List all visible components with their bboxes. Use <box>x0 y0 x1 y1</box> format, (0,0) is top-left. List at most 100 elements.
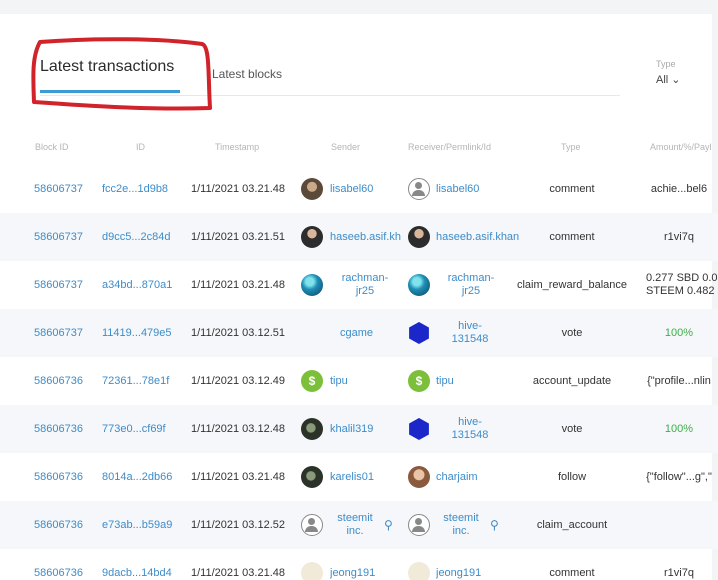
transactions-table: 58606737 fcc2e...1d9b8 1/11/2021 03.21.4… <box>0 165 718 580</box>
block-id-link[interactable]: 58606736 <box>34 405 100 453</box>
tx-type: claim_account <box>536 519 608 531</box>
receiver-avatar[interactable] <box>408 178 430 200</box>
table-row: 58606737 11419...479e5 1/11/2021 03.12.5… <box>0 309 718 357</box>
tx-id-link[interactable]: d9cc5...2c84d <box>102 213 187 261</box>
sender-link[interactable]: lisabel60 <box>330 165 408 213</box>
timestamp: 1/11/2021 03.21.48 <box>191 183 285 195</box>
tx-type: vote <box>561 423 583 435</box>
tx-amount <box>640 501 718 549</box>
timestamp: 1/11/2021 03.12.49 <box>191 375 285 387</box>
tx-amount: {"profile...nlin <box>647 375 711 387</box>
sender-link[interactable]: steemit inc. <box>332 501 378 549</box>
timestamp: 1/11/2021 03.12.48 <box>191 423 285 435</box>
table-row: 58606736 72361...78e1f 1/11/2021 03.12.4… <box>0 357 718 405</box>
receiver-link[interactable]: hive-131548 <box>440 405 500 453</box>
tab-latest-transactions[interactable]: Latest transactions <box>40 58 181 93</box>
tab-latest-blocks[interactable]: Latest blocks <box>212 67 282 81</box>
receiver-avatar[interactable] <box>408 274 430 296</box>
block-id-link[interactable]: 58606736 <box>34 501 100 549</box>
receiver-avatar[interactable] <box>409 322 429 344</box>
tx-type: comment <box>549 183 595 195</box>
table-row: 58606737 fcc2e...1d9b8 1/11/2021 03.21.4… <box>0 165 718 213</box>
sender-link[interactable]: khalil319 <box>330 405 408 453</box>
sender-link[interactable]: jeong191 <box>330 549 408 580</box>
table-header: Block ID ID Timestamp Sender Receiver/Pe… <box>0 137 718 157</box>
block-id-link[interactable]: 58606736 <box>34 453 100 501</box>
receiver-avatar[interactable] <box>408 370 430 392</box>
col-amount: Amount/%/Payl <box>650 142 712 152</box>
sender-avatar[interactable] <box>301 562 323 580</box>
sender-avatar[interactable] <box>301 418 323 440</box>
col-block-id: Block ID <box>35 142 69 152</box>
col-sender: Sender <box>331 142 361 152</box>
tx-id-link[interactable]: 8014a...2db66 <box>102 453 187 501</box>
bot-icon: ⚲ <box>384 518 393 532</box>
tx-id-link[interactable]: a34bd...870a1 <box>102 261 187 309</box>
type-filter-label: Type <box>656 59 676 69</box>
receiver-link[interactable]: hive-131548 <box>440 309 500 357</box>
chevron-down-icon: ⌄ <box>671 74 681 86</box>
receiver-avatar[interactable] <box>408 226 430 248</box>
timestamp: 1/11/2021 03.12.51 <box>191 327 285 339</box>
receiver-avatar[interactable] <box>408 562 430 580</box>
block-id-link[interactable]: 58606736 <box>34 357 100 405</box>
table-row: 58606736 773e0...cf69f 1/11/2021 03.12.4… <box>0 405 718 453</box>
col-timestamp: Timestamp <box>215 142 260 152</box>
tx-amount: 100% <box>664 423 694 435</box>
table-row: 58606737 d9cc5...2c84d 1/11/2021 03.21.5… <box>0 213 718 261</box>
table-row: 58606736 8014a...2db66 1/11/2021 03.21.4… <box>0 453 718 501</box>
type-filter-select[interactable]: All ⌄ <box>656 73 681 86</box>
sender-link[interactable]: karelis01 <box>330 453 408 501</box>
col-id: ID <box>136 142 145 152</box>
tx-type: account_update <box>532 375 612 387</box>
tx-id-link[interactable]: fcc2e...1d9b8 <box>102 165 187 213</box>
block-id-link[interactable]: 58606737 <box>34 213 100 261</box>
table-row: 58606737 a34bd...870a1 1/11/2021 03.21.4… <box>0 261 718 309</box>
col-receiver: Receiver/Permlink/Id <box>408 142 492 152</box>
top-band <box>0 0 718 14</box>
tx-id-link[interactable]: e73ab...b59a9 <box>102 501 187 549</box>
sender-link[interactable]: haseeb.asif.kh <box>330 213 408 261</box>
sender-link[interactable]: cgame <box>340 309 418 357</box>
block-id-link[interactable]: 58606737 <box>34 165 100 213</box>
timestamp: 1/11/2021 03.21.48 <box>191 471 285 483</box>
tx-amount: r1vi7q <box>664 567 694 579</box>
sender-avatar[interactable] <box>301 370 323 392</box>
block-id-link[interactable]: 58606736 <box>34 549 100 580</box>
tx-id-link[interactable]: 9dacb...14bd4 <box>102 549 187 580</box>
receiver-avatar[interactable] <box>408 514 430 536</box>
receiver-link[interactable]: rachman-jr25 <box>440 261 502 309</box>
timestamp: 1/11/2021 03.12.52 <box>191 519 285 531</box>
col-type: Type <box>561 142 581 152</box>
tx-amount: achie...bel6 <box>650 183 708 195</box>
timestamp: 1/11/2021 03.21.48 <box>191 279 285 291</box>
sender-avatar[interactable] <box>301 514 323 536</box>
receiver-avatar[interactable] <box>408 466 430 488</box>
tx-amount: {"follow"...g"," <box>646 471 712 483</box>
tx-type: claim_reward_balance <box>516 279 628 291</box>
tab-latest-transactions-label: Latest transactions <box>40 58 175 75</box>
table-row: 58606736 9dacb...14bd4 1/11/2021 03.21.4… <box>0 549 718 580</box>
tx-amount: r1vi7q <box>664 231 694 243</box>
timestamp: 1/11/2021 03.21.51 <box>191 231 285 243</box>
table-row: 58606736 e73ab...b59a9 1/11/2021 03.12.5… <box>0 501 718 549</box>
active-tab-underline <box>40 90 181 93</box>
sender-avatar[interactable] <box>301 274 323 296</box>
sender-avatar[interactable] <box>301 466 323 488</box>
sender-link[interactable]: rachman-jr25 <box>334 261 396 309</box>
tx-id-link[interactable]: 72361...78e1f <box>102 357 187 405</box>
sender-avatar[interactable] <box>301 226 323 248</box>
tx-type: follow <box>557 471 587 483</box>
tx-amount: 0.277 SBD 0.0 STEEM 0.482 <box>646 272 718 297</box>
tx-id-link[interactable]: 11419...479e5 <box>102 309 187 357</box>
tx-id-link[interactable]: 773e0...cf69f <box>102 405 187 453</box>
tx-type: vote <box>561 327 583 339</box>
timestamp: 1/11/2021 03.21.48 <box>191 567 285 579</box>
block-id-link[interactable]: 58606737 <box>34 309 100 357</box>
receiver-link[interactable]: steemit inc. <box>438 501 484 549</box>
type-filter[interactable]: Type All ⌄ <box>656 59 681 86</box>
sender-avatar[interactable] <box>301 178 323 200</box>
block-id-link[interactable]: 58606737 <box>34 261 100 309</box>
receiver-avatar[interactable] <box>409 418 429 440</box>
sender-link[interactable]: tipu <box>330 357 408 405</box>
